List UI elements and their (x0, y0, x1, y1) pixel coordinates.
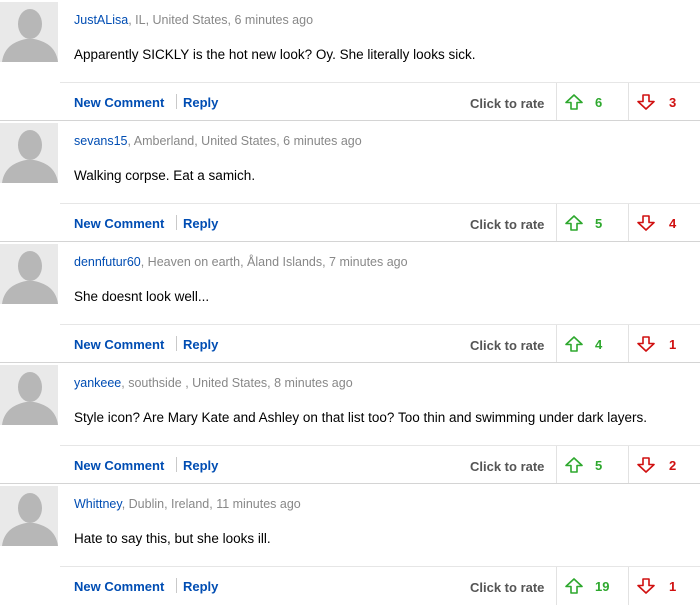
arrow-up-icon (565, 215, 583, 231)
new-comment-button[interactable]: New Comment (74, 337, 164, 352)
comment-text: Apparently SICKLY is the hot new look? O… (74, 47, 476, 62)
arrow-down-icon (637, 336, 655, 352)
comment-location-time: , southside , United States, 8 minutes a… (121, 376, 353, 390)
click-to-rate-label: Click to rate (470, 459, 545, 474)
vote-down-button[interactable]: 2 (629, 446, 700, 484)
comment-action-bar: New Comment Reply Click to rate 6 3 (60, 82, 700, 121)
comment-username[interactable]: yankeee (74, 376, 121, 390)
avatar (0, 123, 58, 183)
vote-down-button[interactable]: 4 (629, 204, 700, 242)
arrow-down-icon (637, 215, 655, 231)
arrow-up-icon (565, 94, 583, 110)
upvote-count: 4 (595, 337, 603, 352)
avatar (0, 365, 58, 425)
action-separator (176, 94, 177, 109)
reply-button[interactable]: Reply (183, 579, 218, 594)
new-comment-button[interactable]: New Comment (74, 216, 164, 231)
downvote-count: 3 (669, 95, 677, 110)
click-to-rate-label: Click to rate (470, 217, 545, 232)
avatar (0, 2, 58, 62)
downvote-count: 1 (669, 579, 677, 594)
avatar-silhouette-icon (0, 244, 58, 304)
reply-button[interactable]: Reply (183, 337, 218, 352)
avatar-silhouette-icon (0, 2, 58, 62)
arrow-up-icon (565, 578, 583, 594)
upvote-count: 5 (595, 216, 603, 231)
new-comment-button[interactable]: New Comment (74, 579, 164, 594)
comment-username[interactable]: sevans15 (74, 134, 128, 148)
comment-meta: JustALisa, IL, United States, 6 minutes … (74, 13, 313, 27)
action-separator (176, 215, 177, 230)
comment-location-time: , Amberland, United States, 6 minutes ag… (127, 134, 362, 148)
avatar-silhouette-icon (0, 365, 58, 425)
comment-action-bar: New Comment Reply Click to rate 5 2 (60, 445, 700, 484)
avatar (0, 486, 58, 546)
click-to-rate-label: Click to rate (470, 338, 545, 353)
vote-up-button[interactable]: 19 (557, 567, 628, 605)
arrow-up-icon (565, 336, 583, 352)
comment: yankeee, southside , United States, 8 mi… (0, 362, 700, 484)
click-to-rate-label: Click to rate (470, 96, 545, 111)
comment-location-time: , Dublin, Ireland, 11 minutes ago (121, 497, 301, 511)
comment-text: Hate to say this, but she looks ill. (74, 531, 271, 546)
upvote-count: 6 (595, 95, 603, 110)
vote-down-button[interactable]: 1 (629, 567, 700, 605)
comment-action-bar: New Comment Reply Click to rate 19 1 (60, 566, 700, 605)
new-comment-button[interactable]: New Comment (74, 458, 164, 473)
comment-meta: dennfutur60, Heaven on earth, Åland Isla… (74, 255, 408, 269)
upvote-count: 5 (595, 458, 603, 473)
vote-up-button[interactable]: 4 (557, 325, 628, 363)
comment-location-time: , IL, United States, 6 minutes ago (128, 13, 314, 27)
downvote-count: 1 (669, 337, 677, 352)
comment-meta: sevans15, Amberland, United States, 6 mi… (74, 134, 362, 148)
comment-text: Style icon? Are Mary Kate and Ashley on … (74, 410, 648, 425)
comment-meta: yankeee, southside , United States, 8 mi… (74, 376, 353, 390)
vote-up-button[interactable]: 5 (557, 204, 628, 242)
click-to-rate-label: Click to rate (470, 580, 545, 595)
action-separator (176, 336, 177, 351)
comment: Whittney, Dublin, Ireland, 11 minutes ag… (0, 483, 700, 605)
reply-button[interactable]: Reply (183, 216, 218, 231)
reply-button[interactable]: Reply (183, 458, 218, 473)
comment-meta: Whittney, Dublin, Ireland, 11 minutes ag… (74, 497, 301, 511)
avatar-silhouette-icon (0, 486, 58, 546)
comment: sevans15, Amberland, United States, 6 mi… (0, 120, 700, 242)
arrow-down-icon (637, 457, 655, 473)
avatar (0, 244, 58, 304)
comment: JustALisa, IL, United States, 6 minutes … (0, 0, 700, 121)
reply-button[interactable]: Reply (183, 95, 218, 110)
arrow-up-icon (565, 457, 583, 473)
comment-username[interactable]: Whittney (74, 497, 122, 511)
comment-location-time: , Heaven on earth, Åland Islands, 7 minu… (140, 255, 408, 269)
vote-up-button[interactable]: 6 (557, 83, 628, 121)
new-comment-button[interactable]: New Comment (74, 95, 164, 110)
action-separator (176, 457, 177, 472)
vote-up-button[interactable]: 5 (557, 446, 628, 484)
arrow-down-icon (637, 94, 655, 110)
comment: dennfutur60, Heaven on earth, Åland Isla… (0, 241, 700, 363)
vote-down-button[interactable]: 3 (629, 83, 700, 121)
vote-down-button[interactable]: 1 (629, 325, 700, 363)
downvote-count: 2 (669, 458, 677, 473)
comment-action-bar: New Comment Reply Click to rate 5 4 (60, 203, 700, 242)
upvote-count: 19 (595, 579, 610, 594)
action-separator (176, 578, 177, 593)
arrow-down-icon (637, 578, 655, 594)
comment-username[interactable]: JustALisa (74, 13, 128, 27)
comment-text: Walking corpse. Eat a samich. (74, 168, 256, 183)
avatar-silhouette-icon (0, 123, 58, 183)
downvote-count: 4 (669, 216, 677, 231)
comment-text: She doesnt look well... (74, 289, 210, 304)
comments-list: JustALisa, IL, United States, 6 minutes … (0, 0, 700, 605)
comment-action-bar: New Comment Reply Click to rate 4 1 (60, 324, 700, 363)
comment-username[interactable]: dennfutur60 (74, 255, 141, 269)
